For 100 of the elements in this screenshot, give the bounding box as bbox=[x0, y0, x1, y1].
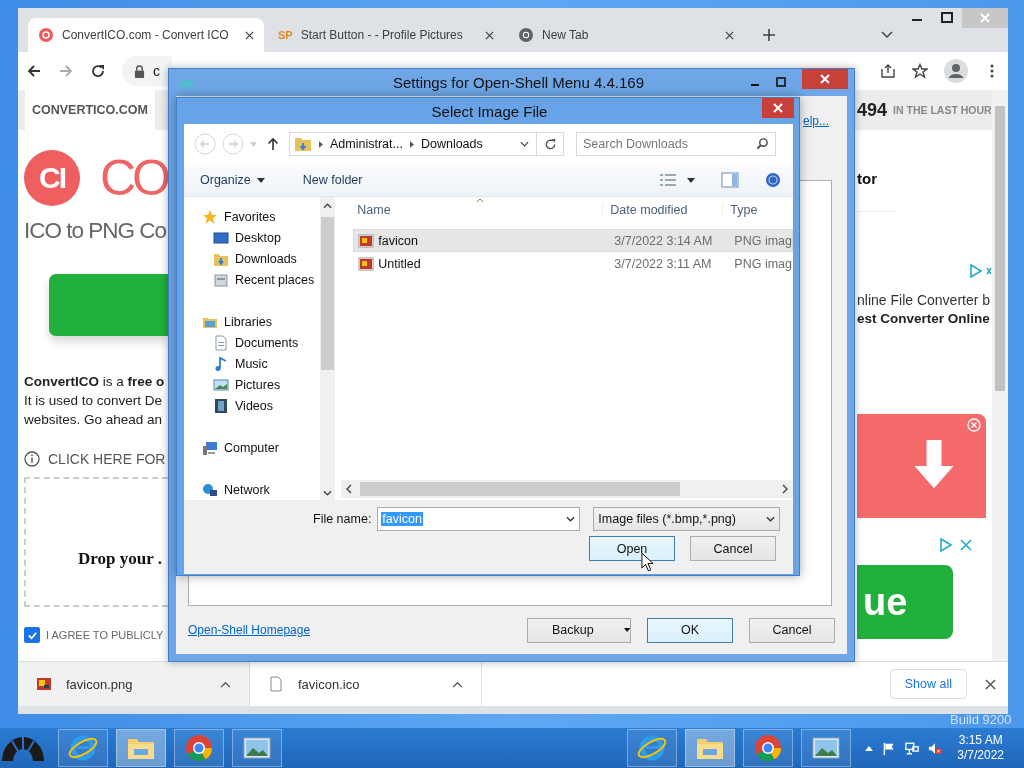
scroll-left-icon[interactable] bbox=[346, 484, 353, 494]
info-link[interactable]: CLICK HERE FOR bbox=[48, 451, 166, 467]
browser-tab[interactable]: New Tab bbox=[508, 18, 744, 52]
chevron-down-icon[interactable] bbox=[520, 141, 529, 147]
browser-tab[interactable]: SP Start Button - - Profile Pictures bbox=[268, 18, 504, 52]
intro-paragraph: ConvertICO is a free o It is used to convert De websites. Go ahead an bbox=[24, 373, 165, 429]
chevron-down-icon[interactable] bbox=[766, 516, 776, 522]
nav-item[interactable]: Network bbox=[184, 479, 321, 500]
dialog-button[interactable]: Cancel bbox=[749, 617, 835, 643]
file-name: Untitled bbox=[377, 256, 422, 271]
dialog-title: Select Image File bbox=[430, 102, 549, 120]
path-segment[interactable]: Downloads bbox=[420, 137, 483, 151]
help-icon[interactable] bbox=[765, 172, 781, 188]
chevron-up-icon[interactable] bbox=[220, 680, 231, 688]
browser-app-button[interactable] bbox=[627, 729, 678, 767]
agree-checkbox[interactable] bbox=[24, 627, 40, 643]
file-row[interactable]: favicon 3/7/2022 3:14 AM PNG imag bbox=[353, 229, 793, 252]
search-icon[interactable] bbox=[756, 137, 769, 150]
path-segment[interactable]: Administrat... bbox=[330, 137, 403, 151]
column-header[interactable]: Date modified bbox=[602, 202, 723, 217]
share-icon[interactable] bbox=[880, 63, 896, 79]
reload-icon[interactable] bbox=[90, 63, 106, 79]
ad-close-icon[interactable] bbox=[959, 538, 973, 552]
close-icon[interactable] bbox=[802, 69, 848, 89]
close-icon[interactable] bbox=[725, 30, 734, 40]
homepage-link[interactable]: Open-Shell Homepage bbox=[188, 623, 311, 637]
browser-app-button[interactable] bbox=[58, 729, 108, 767]
ad-choices-icon[interactable] bbox=[939, 538, 953, 552]
agree-label: I AGREE TO PUBLICLY bbox=[46, 629, 164, 641]
side-heading: tor bbox=[857, 170, 878, 187]
page-scrollbar[interactable] bbox=[992, 90, 1008, 661]
chrome-app-button[interactable] bbox=[174, 729, 224, 767]
photo-app-button[interactable] bbox=[801, 729, 852, 767]
address-bar[interactable]: c bbox=[122, 56, 172, 86]
chrome-app-button[interactable] bbox=[743, 729, 794, 767]
column-header[interactable]: Type bbox=[722, 202, 758, 217]
document-icon bbox=[213, 334, 229, 351]
dialog-button[interactable]: OK bbox=[647, 617, 733, 643]
show-all-button[interactable]: Show all bbox=[889, 669, 967, 699]
caret-icon[interactable] bbox=[256, 177, 265, 183]
bookmark-star-icon[interactable] bbox=[912, 63, 928, 79]
toolbar-button[interactable]: New folder bbox=[296, 170, 369, 190]
nav-item[interactable]: Computer bbox=[184, 437, 321, 458]
nav-item[interactable]: Libraries bbox=[184, 311, 321, 332]
up-arrow-icon[interactable] bbox=[267, 137, 279, 151]
close-icon[interactable] bbox=[245, 30, 254, 40]
show-hidden-icons-icon[interactable] bbox=[865, 745, 874, 751]
nav-item[interactable]: Favorites bbox=[184, 206, 321, 227]
chevron-right-icon[interactable] bbox=[319, 140, 323, 148]
dialog-button[interactable]: Cancel bbox=[690, 536, 776, 561]
caret-icon[interactable] bbox=[687, 177, 695, 183]
close-icon[interactable] bbox=[485, 30, 494, 40]
toolbar-button[interactable]: Organize bbox=[194, 170, 271, 190]
caret-icon[interactable] bbox=[623, 627, 630, 633]
file-row[interactable]: Untitled 3/7/2022 3:11 AM PNG imag bbox=[353, 252, 793, 275]
nav-scrollbar[interactable] bbox=[320, 197, 336, 500]
dialog-button[interactable]: Backup bbox=[527, 617, 631, 643]
speaker-muted-icon[interactable] bbox=[928, 741, 943, 755]
back-icon[interactable] bbox=[26, 63, 42, 79]
close-icon[interactable] bbox=[762, 98, 794, 118]
help-link[interactable]: elp... bbox=[803, 114, 829, 160]
site-initials: SP bbox=[278, 29, 293, 41]
image-file-icon bbox=[358, 255, 375, 272]
scroll-down-icon[interactable] bbox=[323, 490, 333, 496]
chevron-down-icon[interactable] bbox=[881, 31, 893, 39]
file-name-label: File name: bbox=[313, 512, 372, 526]
scroll-up-icon[interactable] bbox=[323, 203, 333, 209]
nav-item[interactable]: Documents bbox=[184, 332, 321, 353]
dialog-button[interactable]: Open bbox=[589, 536, 675, 561]
list-scrollbar[interactable] bbox=[341, 480, 793, 498]
chevron-down-icon[interactable] bbox=[566, 516, 576, 522]
scroll-right-icon[interactable] bbox=[782, 484, 788, 494]
chevron-up-icon[interactable] bbox=[452, 680, 463, 688]
clock[interactable]: 3:15 AM 3/7/2022 bbox=[957, 733, 1004, 763]
site-nav-tab[interactable]: CONVERTICO.COM bbox=[25, 90, 155, 130]
path-bar[interactable]: Administrat... Downloads bbox=[289, 132, 564, 156]
nav-item[interactable]: Pictures bbox=[184, 374, 321, 395]
ad-choices-icon[interactable] bbox=[969, 264, 983, 278]
nav-item[interactable]: Music bbox=[184, 353, 321, 374]
file-type-dropdown[interactable]: Image files (*.bmp,*.png) bbox=[593, 507, 781, 531]
logo-badge: CI bbox=[24, 150, 80, 206]
nav-item[interactable]: Desktop bbox=[184, 227, 321, 248]
column-header[interactable]: Name bbox=[341, 202, 603, 217]
close-icon[interactable] bbox=[985, 678, 996, 690]
chevron-right-icon[interactable] bbox=[409, 140, 414, 148]
download-ad-banner[interactable] bbox=[857, 414, 986, 518]
download-item[interactable]: favicon.png bbox=[18, 662, 250, 706]
plus-icon[interactable] bbox=[762, 28, 776, 42]
address-text: c bbox=[153, 63, 160, 79]
photo-app-button[interactable] bbox=[232, 729, 282, 767]
nav-item[interactable]: Recent places bbox=[184, 269, 321, 290]
refresh-icon[interactable] bbox=[543, 137, 557, 151]
browser-tab[interactable]: ConvertICO.com - Convert ICO bbox=[28, 18, 264, 52]
avatar-icon[interactable] bbox=[944, 59, 968, 83]
search-field[interactable]: Search Downloads bbox=[576, 132, 776, 156]
network-icon[interactable] bbox=[905, 741, 920, 755]
lock-icon bbox=[134, 64, 145, 78]
nav-item[interactable]: Downloads bbox=[184, 248, 321, 269]
page-subtitle: ICO to PNG Co bbox=[24, 218, 168, 244]
nav-item[interactable]: Videos bbox=[184, 395, 321, 416]
